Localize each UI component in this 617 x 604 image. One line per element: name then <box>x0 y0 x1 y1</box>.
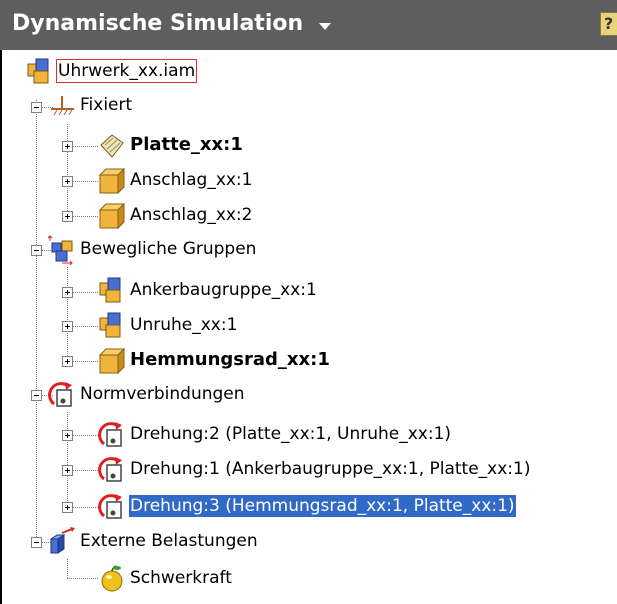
tree-root[interactable]: Uhrwerk_xx.iam <box>26 56 266 90</box>
tree-item-drehung-3[interactable]: Drehung:3 (Hemmungsrad_xx:1, Platte_xx:1… <box>98 491 613 525</box>
expand-toggle-unruhe[interactable] <box>62 321 73 332</box>
panel-title[interactable]: Dynamische Simulation <box>12 11 303 36</box>
mobile-groups-icon <box>48 235 73 265</box>
help-button[interactable]: ? <box>600 12 617 36</box>
expand-toggle-anschlag-2[interactable] <box>62 211 73 222</box>
joint-icon <box>98 457 122 482</box>
assembly-icon <box>99 312 121 338</box>
collapse-toggle-externe-belastungen[interactable] <box>31 537 42 548</box>
part-icon <box>98 167 126 195</box>
tree-item-platte[interactable]: Platte_xx:1 <box>98 130 358 164</box>
expand-toggle-anschlag-1[interactable] <box>62 176 73 187</box>
joint-icon <box>98 494 122 519</box>
tree-item-label: Platte_xx:1 <box>130 134 243 155</box>
assembly-icon <box>27 58 49 84</box>
collapse-toggle-normverbindungen[interactable] <box>31 390 42 401</box>
expand-toggle-platte[interactable] <box>62 141 73 152</box>
ground-icon <box>51 96 74 116</box>
expand-toggle-hemmungsrad[interactable] <box>62 356 73 367</box>
tree-item-anschlag-1[interactable]: Anschlag_xx:1 <box>98 165 358 199</box>
panel-header: Dynamische Simulation ? <box>0 0 617 50</box>
tree-group-fixiert[interactable]: Fixiert <box>48 90 248 124</box>
tree-group-label: Bewegliche Gruppen <box>80 239 257 259</box>
collapse-toggle-fixiert[interactable] <box>31 102 42 113</box>
tree-item-label: Ankerbaugruppe_xx:1 <box>130 280 317 300</box>
tree-item-ankerbaugruppe[interactable]: Ankerbaugruppe_xx:1 <box>98 275 398 309</box>
tree-item-label: Schwerkraft <box>130 568 232 588</box>
browser-tree: Uhrwerk_xx.iam Fixiert Platte_xx:1 Ansch… <box>0 50 617 604</box>
tree-item-label: Drehung:2 (Platte_xx:1, Unruhe_xx:1) <box>130 424 452 444</box>
part-icon <box>98 347 126 375</box>
joint-icon <box>98 422 122 447</box>
tree-group-label: Normverbindungen <box>80 384 245 404</box>
tree-group-bewegliche-gruppen[interactable]: Bewegliche Gruppen <box>48 234 348 268</box>
expand-toggle-ankerbaugruppe[interactable] <box>62 287 73 298</box>
tree-root-label: Uhrwerk_xx.iam <box>55 59 198 83</box>
expand-toggle-drehung-1[interactable] <box>62 465 73 476</box>
expand-toggle-drehung-3[interactable] <box>62 502 73 513</box>
tree-item-label: Hemmungsrad_xx:1 <box>130 349 330 370</box>
collapse-toggle-bewegliche-gruppen[interactable] <box>31 245 42 256</box>
joint-icon <box>48 382 72 407</box>
tree-item-schwerkraft[interactable]: Schwerkraft <box>98 563 318 597</box>
tree-item-drehung-2[interactable]: Drehung:2 (Platte_xx:1, Unruhe_xx:1) <box>98 419 578 453</box>
tree-item-label-selected: Drehung:3 (Hemmungsrad_xx:1, Platte_xx:1… <box>129 495 516 517</box>
tree-item-anschlag-2[interactable]: Anschlag_xx:2 <box>98 200 358 234</box>
tree-item-label: Unruhe_xx:1 <box>130 315 238 335</box>
tree-item-unruhe[interactable]: Unruhe_xx:1 <box>98 310 358 344</box>
tree-group-label: Fixiert <box>80 95 133 115</box>
part-hatched-icon <box>100 134 124 158</box>
assembly-icon <box>99 277 121 303</box>
tree-group-externe-belastungen[interactable]: Externe Belastungen <box>48 526 368 560</box>
tree-item-label: Anschlag_xx:1 <box>130 170 253 190</box>
part-icon <box>98 202 126 230</box>
gravity-icon <box>101 565 123 592</box>
expand-toggle-drehung-2[interactable] <box>62 430 73 441</box>
tree-group-normverbindungen[interactable]: Normverbindungen <box>48 379 348 413</box>
external-loads-icon <box>49 527 75 554</box>
tree-item-hemmungsrad[interactable]: Hemmungsrad_xx:1 <box>98 345 398 379</box>
dropdown-arrow-icon[interactable] <box>319 23 331 31</box>
tree-item-label: Drehung:1 (Ankerbaugruppe_xx:1, Platte_x… <box>130 459 531 479</box>
tree-group-label: Externe Belastungen <box>80 531 258 551</box>
tree-item-drehung-1[interactable]: Drehung:1 (Ankerbaugruppe_xx:1, Platte_x… <box>98 454 613 488</box>
tree-item-label: Anschlag_xx:2 <box>130 205 253 225</box>
